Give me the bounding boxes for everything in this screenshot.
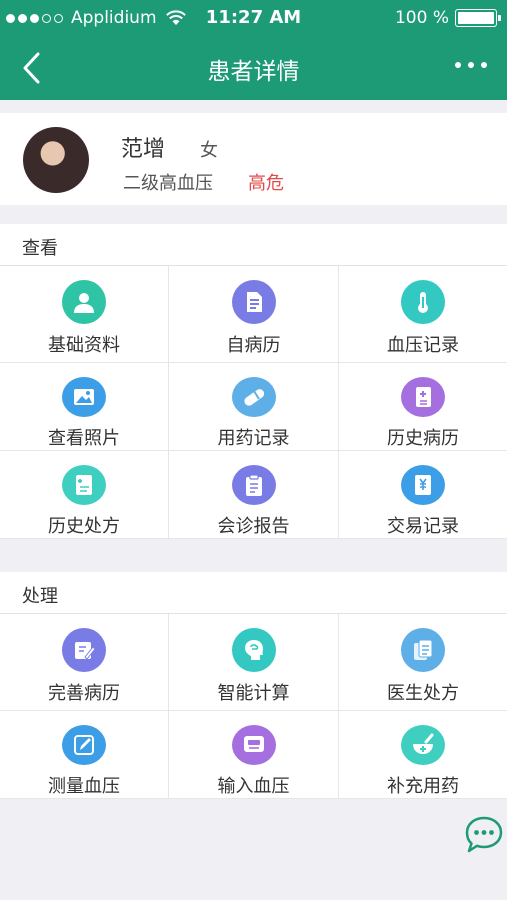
view-item[interactable]: 交易记录 xyxy=(339,451,507,539)
process-section-title: 处理 xyxy=(0,572,507,614)
view-grid: 基础资料 自病历 血压记录查看照片 用药记录 历史病历历史处方 会诊报告 交易记录 xyxy=(0,266,507,539)
view-item[interactable]: 用药记录 xyxy=(169,363,339,451)
patient-risk-badge: 高危 xyxy=(248,173,284,194)
process-grid: 完善病历 智能计算 医生处方测量血压 输入血压 补充用药 xyxy=(0,614,507,799)
chat-button[interactable] xyxy=(463,814,505,856)
view-item-label: 历史病历 xyxy=(387,428,459,449)
view-item-label: 会诊报告 xyxy=(217,516,290,537)
battery-icon xyxy=(455,9,501,27)
view-item[interactable]: 会诊报告 xyxy=(169,451,339,539)
view-item[interactable]: 基础资料 xyxy=(0,266,169,363)
avatar xyxy=(23,127,89,193)
view-section: 查看 基础资料 自病历 血压记录查看照片 用药记录 历史病历历史处方 会诊报告 交易记录 xyxy=(0,224,507,539)
pencil-icon xyxy=(62,725,106,765)
pill-icon xyxy=(231,377,276,417)
process-item-label: 完善病历 xyxy=(48,683,120,704)
process-section: 处理 完善病历 智能计算 医生处方测量血压 输入血压 补充用药 xyxy=(0,572,507,799)
clipboard-icon xyxy=(231,465,276,505)
mortar-icon xyxy=(401,725,445,765)
patient-card[interactable]: 范增 女 二级高血压 高危 xyxy=(0,113,507,205)
yuan-book-icon xyxy=(401,465,445,505)
view-item[interactable]: 历史处方 xyxy=(0,451,169,539)
person-icon xyxy=(62,280,106,324)
more-dots-icon xyxy=(455,62,461,68)
view-item-label: 历史处方 xyxy=(48,516,120,537)
process-item[interactable]: 医生处方 xyxy=(339,614,507,711)
page-title: 患者详情 xyxy=(207,59,300,85)
view-item-label: 基础资料 xyxy=(48,335,120,356)
view-section-title: 查看 xyxy=(0,224,507,266)
process-item-label: 测量血压 xyxy=(48,776,120,797)
edit-note-icon xyxy=(62,628,106,672)
view-item-label: 用药记录 xyxy=(217,428,290,449)
patient-name: 范增 xyxy=(121,137,166,162)
patient-gender: 女 xyxy=(200,140,218,161)
files-icon xyxy=(401,628,445,672)
process-item-label: 补充用药 xyxy=(387,776,459,797)
process-item-label: 医生处方 xyxy=(387,683,459,704)
view-item[interactable]: 查看照片 xyxy=(0,363,169,451)
app-header: Applidium 11:27 AM 100 % 患者详情 xyxy=(0,0,507,100)
process-item[interactable]: 测量血压 xyxy=(0,711,169,799)
view-item-label: 血压记录 xyxy=(387,335,459,356)
view-item-label: 自病历 xyxy=(226,335,281,356)
view-item[interactable]: 历史病历 xyxy=(339,363,507,451)
more-button[interactable] xyxy=(455,62,487,68)
process-item-label: 智能计算 xyxy=(217,683,290,704)
process-item-label: 输入血压 xyxy=(217,776,290,797)
chat-bubble-icon xyxy=(465,816,503,853)
process-item[interactable]: 完善病历 xyxy=(0,614,169,711)
document-icon xyxy=(231,280,276,324)
prescription-icon xyxy=(62,465,106,505)
image-icon xyxy=(62,377,106,417)
monitor-icon xyxy=(231,725,276,765)
view-item-label: 交易记录 xyxy=(387,516,459,537)
view-item[interactable]: 自病历 xyxy=(169,266,339,363)
brain-head-icon xyxy=(231,628,276,672)
view-item-label: 查看照片 xyxy=(48,428,120,449)
patient-diagnosis: 二级高血压 xyxy=(123,173,213,194)
view-item[interactable]: 血压记录 xyxy=(339,266,507,363)
thermometer-icon xyxy=(401,280,445,324)
navbar: 患者详情 xyxy=(0,36,507,100)
battery-percent: 100 % xyxy=(394,8,449,28)
medical-book-icon xyxy=(401,377,445,417)
process-item[interactable]: 智能计算 xyxy=(169,614,339,711)
process-item[interactable]: 输入血压 xyxy=(169,711,339,799)
status-right: 100 % xyxy=(394,8,501,28)
status-bar: Applidium 11:27 AM 100 % xyxy=(0,0,507,36)
process-item[interactable]: 补充用药 xyxy=(339,711,507,799)
